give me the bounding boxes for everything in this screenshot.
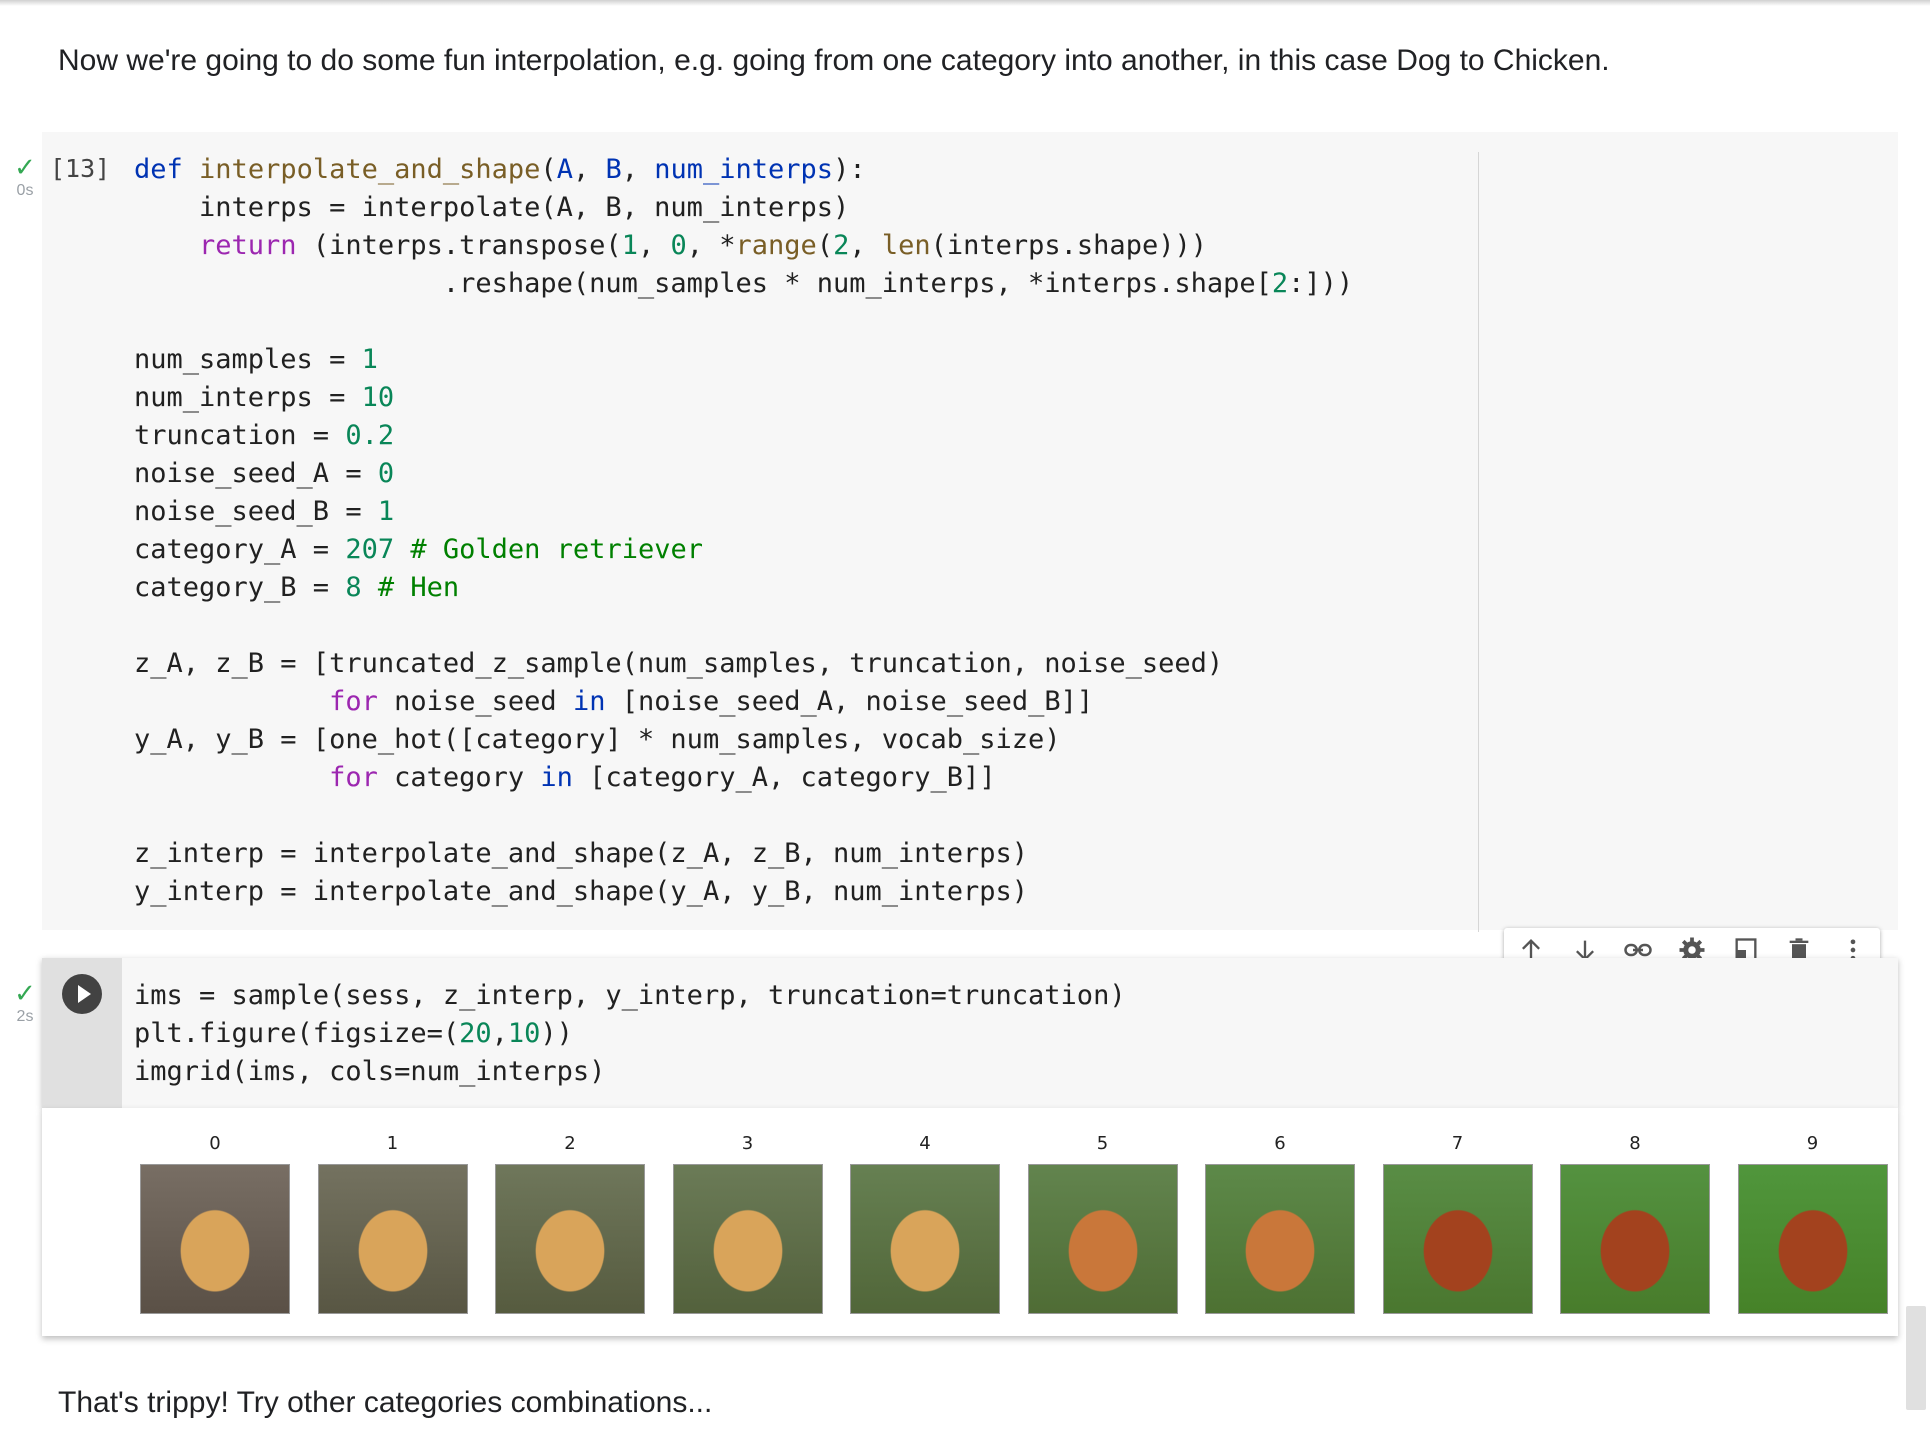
image-label: 2 bbox=[564, 1133, 576, 1154]
scrollbar[interactable] bbox=[1906, 1306, 1926, 1410]
image-label: 6 bbox=[1274, 1133, 1286, 1154]
run-button[interactable] bbox=[62, 974, 102, 1014]
check-icon: ✓ bbox=[14, 978, 36, 1008]
output-image-4: 4 bbox=[850, 1134, 1000, 1314]
output-image-7: 7 bbox=[1382, 1133, 1533, 1314]
sample-thumbnail bbox=[850, 1164, 1000, 1314]
image-label: 0 bbox=[209, 1133, 221, 1154]
image-label: 1 bbox=[386, 1133, 399, 1154]
top-edge-shadow bbox=[0, 0, 1930, 6]
cell-status: ✓ 0s bbox=[10, 154, 40, 200]
exec-time: 2s bbox=[16, 1008, 34, 1025]
code-editor-2[interactable]: ims = sample(sess, z_interp, y_interp, t… bbox=[134, 977, 1126, 1091]
output-image-1: 1 bbox=[317, 1133, 468, 1314]
sample-thumbnail bbox=[1027, 1164, 1178, 1314]
image-label: 9 bbox=[1806, 1133, 1819, 1154]
image-label: 3 bbox=[741, 1133, 754, 1154]
intro-text: Now we're going to do some fun interpola… bbox=[58, 44, 1610, 77]
sample-thumbnail bbox=[1560, 1164, 1710, 1314]
sample-thumbnail bbox=[495, 1164, 645, 1314]
sample-thumbnail bbox=[317, 1164, 468, 1314]
check-icon: ✓ bbox=[14, 152, 36, 182]
outro-text: That's trippy! Try other categories comb… bbox=[58, 1386, 713, 1419]
sample-thumbnail bbox=[1382, 1164, 1533, 1314]
output-image-3: 3 bbox=[672, 1133, 823, 1314]
code-editor[interactable]: def interpolate_and_shape(A, B, num_inte… bbox=[134, 151, 1353, 911]
sample-thumbnail bbox=[672, 1164, 823, 1314]
output-image-8: 8 bbox=[1560, 1134, 1710, 1314]
sample-thumbnail bbox=[140, 1164, 290, 1314]
image-label: 5 bbox=[1096, 1133, 1109, 1154]
cell-divider bbox=[1478, 152, 1479, 932]
output-image-0: 0 bbox=[140, 1134, 290, 1314]
cell-status-2: ✓ 2s bbox=[10, 980, 40, 1026]
output-image-5: 5 bbox=[1027, 1133, 1178, 1314]
output-image-2: 2 bbox=[495, 1134, 645, 1314]
exec-time: 0s bbox=[16, 182, 34, 199]
image-label: 7 bbox=[1451, 1133, 1464, 1154]
sample-thumbnail bbox=[1737, 1164, 1888, 1314]
sample-thumbnail bbox=[1205, 1164, 1355, 1314]
output-image-9: 9 bbox=[1737, 1133, 1888, 1314]
exec-count: [13] bbox=[50, 154, 111, 183]
image-label: 4 bbox=[919, 1133, 931, 1154]
output-image-6: 6 bbox=[1205, 1134, 1355, 1314]
image-label: 8 bbox=[1629, 1133, 1641, 1154]
